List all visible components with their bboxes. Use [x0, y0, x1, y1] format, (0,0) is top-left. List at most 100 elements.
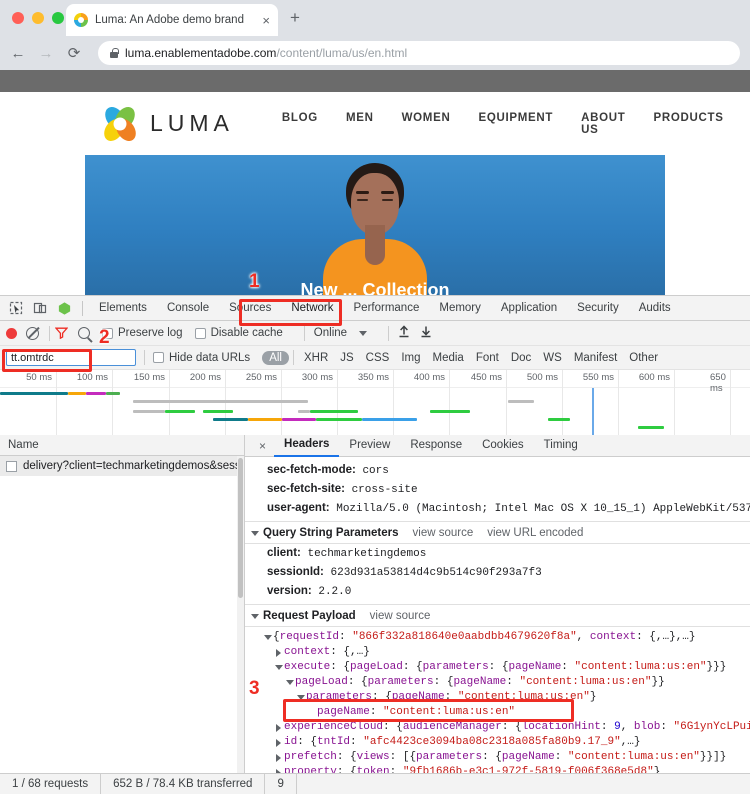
timeline-tick-label: 450 ms: [470, 372, 502, 383]
nav-item-equipment[interactable]: EQUIPMENT: [478, 112, 553, 136]
network-overview-timeline[interactable]: 50 ms 100 ms 150 ms 200 ms 250 ms 300 ms 350 m…: [0, 370, 750, 436]
chevron-right-icon[interactable]: [273, 723, 284, 732]
payload-tree-row[interactable]: parameters: {pageName: "content:luma:us:…: [245, 690, 750, 705]
tab-console[interactable]: Console: [157, 296, 219, 320]
timeline-bar: [638, 426, 664, 429]
payload-tree-row[interactable]: experienceCloud: {audienceManager: {loca…: [245, 720, 750, 735]
preserve-log-control[interactable]: Preserve log: [102, 327, 183, 339]
tab-security[interactable]: Security: [567, 296, 629, 320]
payload-tree-row[interactable]: property: {token: "9fb1686b-e3c1-972f-58…: [245, 765, 750, 773]
request-list-scrollbar[interactable]: [237, 456, 244, 773]
chevron-right-icon[interactable]: [273, 753, 284, 762]
filter-input[interactable]: [6, 349, 136, 366]
close-window-button[interactable]: [12, 12, 24, 24]
hide-data-urls-control[interactable]: Hide data URLs: [153, 352, 250, 364]
chevron-down-icon[interactable]: [251, 613, 259, 619]
request-payload-section-header[interactable]: Request Payload view source: [245, 604, 750, 627]
type-filter-xhr[interactable]: XHR: [298, 352, 334, 364]
type-filter-js[interactable]: JS: [334, 352, 359, 364]
timeline-tick-label: 150 ms: [133, 372, 165, 383]
chevron-down-icon[interactable]: [262, 635, 273, 640]
payload-tree-row[interactable]: execute: {pageLoad: {parameters: {pageNa…: [245, 660, 750, 675]
chevron-down-icon[interactable]: [251, 530, 259, 536]
luma-logo[interactable]: LUMA: [100, 104, 234, 144]
detail-tab-headers[interactable]: Headers: [274, 435, 340, 457]
chevron-right-icon[interactable]: [273, 648, 284, 657]
import-har-icon[interactable]: [398, 325, 410, 341]
detail-tab-preview[interactable]: Preview: [339, 435, 400, 456]
type-filter-media[interactable]: Media: [427, 352, 470, 364]
search-icon[interactable]: [78, 327, 90, 339]
payload-tree-row[interactable]: {requestId: "866f332a818640e0aabdbb46796…: [245, 630, 750, 645]
close-detail-icon[interactable]: ×: [251, 439, 274, 453]
chevron-right-icon[interactable]: [273, 738, 284, 747]
disable-cache-checkbox[interactable]: [194, 327, 206, 339]
chevron-down-icon[interactable]: [359, 330, 368, 336]
address-bar[interactable]: luma.enablementadobe.com/content/luma/us…: [98, 41, 740, 65]
record-button[interactable]: [6, 327, 17, 339]
table-row[interactable]: delivery?client=techmarketingdemos&sessi…: [0, 456, 244, 476]
scrollbar-thumb[interactable]: [238, 458, 243, 598]
nav-item-men[interactable]: MEN: [346, 112, 374, 136]
request-list-header[interactable]: Name: [0, 435, 244, 456]
tab-network[interactable]: Network: [281, 296, 343, 320]
window-controls[interactable]: [12, 12, 64, 24]
headers-detail-body: sec-fetch-mode: cors sec-fetch-site: cro…: [245, 457, 750, 773]
query-view-url-encoded-link[interactable]: view URL encoded: [487, 527, 583, 539]
nav-item-women[interactable]: WOMEN: [402, 112, 451, 136]
annotation-marker-3: 3: [249, 678, 260, 699]
export-har-icon[interactable]: [420, 325, 432, 341]
new-tab-button[interactable]: +: [290, 9, 300, 26]
timeline-tick-label: 50 ms: [26, 372, 52, 383]
detail-tab-response[interactable]: Response: [400, 435, 472, 456]
clear-log-icon[interactable]: [26, 326, 39, 340]
hide-data-urls-checkbox[interactable]: [153, 352, 164, 363]
tab-application[interactable]: Application: [491, 296, 567, 320]
tab-audits[interactable]: Audits: [629, 296, 681, 320]
payload-view-source-link[interactable]: view source: [370, 610, 431, 622]
back-button[interactable]: ←: [10, 45, 26, 62]
throttling-select[interactable]: Online: [314, 327, 347, 339]
type-filter-doc[interactable]: Doc: [505, 352, 537, 364]
device-toolbar-icon[interactable]: [28, 296, 52, 320]
node-hexagon-icon[interactable]: [52, 296, 76, 320]
chevron-down-icon[interactable]: [273, 665, 284, 670]
browser-tab[interactable]: Luma: An Adobe demo brand ×: [66, 4, 278, 36]
chevron-down-icon[interactable]: [295, 695, 306, 700]
disable-cache-control[interactable]: Disable cache: [194, 327, 283, 339]
type-filter-manifest[interactable]: Manifest: [568, 352, 623, 364]
reload-button[interactable]: ⟳: [66, 44, 82, 62]
nav-item-products[interactable]: PRODUCTS: [654, 112, 724, 136]
nav-item-about-us[interactable]: ABOUT US: [581, 112, 625, 136]
tab-sources[interactable]: Sources: [219, 296, 281, 320]
close-tab-icon[interactable]: ×: [262, 14, 270, 27]
chevron-down-icon[interactable]: [284, 680, 295, 685]
detail-tab-cookies[interactable]: Cookies: [472, 435, 534, 456]
payload-tree-row[interactable]: id: {tntId: "afc4423ce3094ba08c2318a085f…: [245, 735, 750, 750]
header-row: sec-fetch-site: cross-site: [245, 480, 750, 499]
query-string-section-header[interactable]: Query String Parameters view source view…: [245, 521, 750, 544]
inspect-element-icon[interactable]: [4, 296, 28, 320]
param-value: 2.2.0: [318, 586, 352, 598]
hide-data-urls-label: Hide data URLs: [169, 351, 251, 364]
maximize-window-button[interactable]: [52, 12, 64, 24]
type-filter-ws[interactable]: WS: [537, 352, 568, 364]
payload-tree-row[interactable]: pageName: "content:luma:us:en": [245, 705, 750, 720]
filter-icon[interactable]: [54, 327, 69, 340]
tab-performance[interactable]: Performance: [344, 296, 430, 320]
nav-item-blog[interactable]: BLOG: [282, 112, 318, 136]
query-view-source-link[interactable]: view source: [413, 527, 474, 539]
type-filter-css[interactable]: CSS: [360, 352, 396, 364]
type-filter-font[interactable]: Font: [470, 352, 505, 364]
payload-tree-row[interactable]: prefetch: {views: [{parameters: {pageNam…: [245, 750, 750, 765]
type-filter-img[interactable]: Img: [395, 352, 426, 364]
tab-memory[interactable]: Memory: [429, 296, 491, 320]
payload-tree-row[interactable]: context: {,…}: [245, 645, 750, 660]
payload-tree-row[interactable]: pageLoad: {parameters: {pageName: "conte…: [245, 675, 750, 690]
tab-elements[interactable]: Elements: [89, 296, 157, 320]
detail-tab-timing[interactable]: Timing: [534, 435, 588, 456]
minimize-window-button[interactable]: [32, 12, 44, 24]
request-payload-tree[interactable]: {requestId: "866f332a818640e0aabdbb46796…: [245, 627, 750, 773]
type-filter-other[interactable]: Other: [623, 352, 664, 364]
type-filter-all[interactable]: All: [262, 350, 289, 365]
